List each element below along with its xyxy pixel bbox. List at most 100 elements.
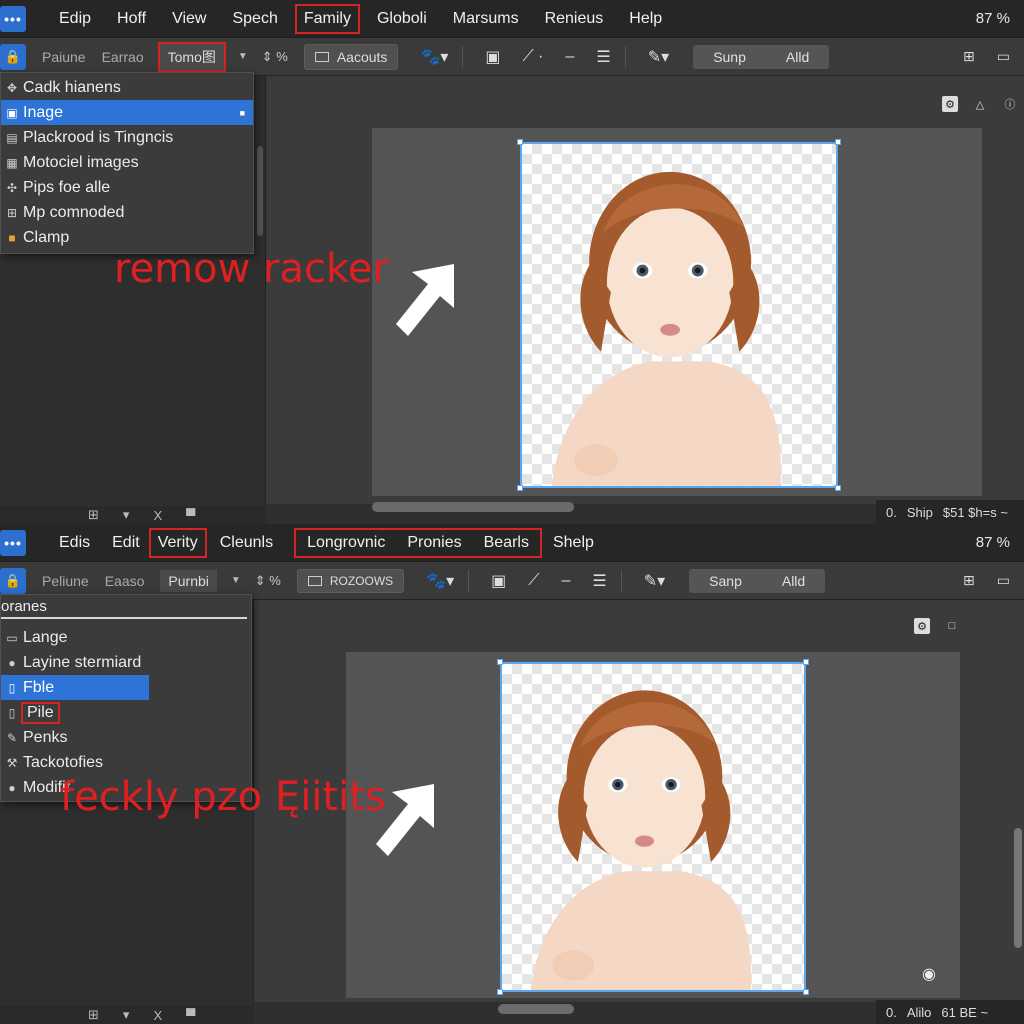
annotation-text: remow racker: [114, 246, 389, 292]
menu-hoff[interactable]: Hoff: [110, 6, 153, 32]
list-icon[interactable]: ☰: [592, 571, 606, 591]
square-icon[interactable]: □: [944, 618, 960, 634]
menu-cleunls[interactable]: Cleunls: [213, 530, 280, 556]
status-size: $51 $h=s ~: [942, 504, 1008, 520]
menu-spech[interactable]: Spech: [225, 6, 284, 32]
menu-pronies[interactable]: Pronies: [400, 530, 468, 556]
arrow-icon: [396, 264, 454, 336]
image-box-icon[interactable]: ▣: [491, 571, 506, 591]
settings-icon[interactable]: ⚙: [914, 618, 930, 634]
menu-edit[interactable]: Edit: [105, 530, 147, 556]
photo-layer[interactable]: [520, 142, 838, 488]
menu-option-layine-stermiard[interactable]: ● Layine stermiard: [1, 650, 251, 675]
resize-handle[interactable]: [497, 659, 503, 665]
settings-icon[interactable]: ⚙: [942, 96, 958, 112]
menu-option-penks[interactable]: ✎ Penks: [1, 725, 251, 750]
image-box-icon[interactable]: ▣: [485, 47, 500, 67]
frame-icon: [307, 575, 322, 586]
chevron-right-icon: ■: [239, 107, 245, 118]
rooms-select[interactable]: ROZOOWS: [296, 568, 405, 593]
menu-option-plackrood[interactable]: ▤ Plackrood is Tingncis: [1, 125, 253, 150]
toolbar-field-paiune[interactable]: Paiune: [42, 49, 86, 65]
menu-view[interactable]: View: [165, 6, 213, 32]
menu-help[interactable]: Help: [622, 6, 669, 32]
info-icon[interactable]: ⓘ: [1002, 96, 1018, 112]
menu-bearls[interactable]: Bearls: [477, 530, 536, 556]
menu-longrovnic[interactable]: Longrovnic: [300, 530, 392, 556]
resize-handle[interactable]: [803, 989, 809, 995]
paw-icon[interactable]: 🐾▾: [426, 571, 454, 591]
chevron-down-icon[interactable]: ▾: [123, 1007, 130, 1023]
menu-option-lange[interactable]: ▭ Lange: [1, 625, 251, 650]
resize-handle[interactable]: [835, 139, 841, 145]
menu-shelp[interactable]: Shelp: [546, 530, 601, 556]
highlighted-menu-group: Longrovnic Pronies Bearls: [294, 527, 542, 558]
toolbar-field-peliune[interactable]: Peliune: [42, 573, 89, 589]
grid-icon[interactable]: ⊞: [963, 572, 975, 589]
menu-verity[interactable]: Verity: [148, 527, 207, 558]
menu-edip[interactable]: Edip: [52, 6, 98, 32]
menu-marsums[interactable]: Marsums: [446, 6, 526, 32]
percent-field[interactable]: ⇕ %: [262, 49, 288, 65]
frame-icon: [314, 51, 329, 62]
menu-option-tackotofies[interactable]: ⚒ Tackotofies: [1, 750, 251, 775]
grid-icon[interactable]: ⊞: [88, 1007, 99, 1023]
chevron-down-icon[interactable]: ▾: [123, 507, 130, 523]
resize-handle[interactable]: [497, 989, 503, 995]
alld-button[interactable]: Alld: [762, 569, 825, 593]
eye-icon[interactable]: ◉: [922, 964, 936, 984]
close-icon[interactable]: X: [153, 1008, 162, 1023]
toolbar-field-tomo[interactable]: Tomo图: [157, 41, 226, 72]
alld-button[interactable]: Alld: [766, 45, 829, 69]
wand-icon[interactable]: ✎▾: [648, 47, 669, 67]
brush-icon[interactable]: ⟋ ·: [523, 48, 544, 66]
photo-layer[interactable]: [500, 662, 806, 992]
close-icon[interactable]: X: [153, 508, 162, 523]
vertical-scrollbar[interactable]: [1014, 828, 1022, 948]
lock-icon[interactable]: 🔒: [0, 43, 26, 70]
accounts-select[interactable]: Aacouts: [303, 43, 399, 70]
app-menu-button[interactable]: •••: [0, 529, 26, 556]
trash-icon[interactable]: ▀: [186, 1008, 195, 1023]
menu-option-pile[interactable]: ▯ Pile: [1, 700, 251, 725]
dock-scrollbar[interactable]: [257, 146, 263, 236]
menu-option-inage[interactable]: ▣ Inage ■: [1, 100, 253, 125]
sanp-button[interactable]: Sanp: [689, 569, 762, 593]
toolbar-field-purnbi[interactable]: Purnbi: [160, 569, 217, 592]
minus-icon[interactable]: –: [561, 572, 570, 590]
grid-icon[interactable]: ⊞: [88, 507, 99, 523]
trash-icon[interactable]: ▀: [186, 508, 195, 523]
wand-icon[interactable]: ✎▾: [644, 571, 665, 591]
list-icon[interactable]: ☰: [596, 47, 610, 67]
resize-handle[interactable]: [517, 139, 523, 145]
toolbar-field-earrao[interactable]: Earrao: [102, 49, 144, 65]
chevron-down-icon[interactable]: ▼: [238, 51, 248, 62]
resize-handle[interactable]: [835, 485, 841, 491]
window-icon[interactable]: ▭: [997, 572, 1010, 589]
percent-field[interactable]: ⇕ %: [255, 573, 281, 589]
horizontal-scrollbar[interactable]: [372, 502, 574, 512]
chevron-down-icon[interactable]: ▼: [231, 575, 241, 586]
horizontal-scrollbar[interactable]: [498, 1004, 574, 1014]
minus-icon[interactable]: –: [566, 48, 575, 66]
menu-option-fble[interactable]: ▯ Fble: [1, 675, 149, 700]
window-icon[interactable]: ▭: [997, 48, 1010, 65]
menu-globoli[interactable]: Globoli: [370, 6, 434, 32]
app-menu-button[interactable]: •••: [0, 5, 26, 32]
resize-handle[interactable]: [517, 485, 523, 491]
menu-option-mp-comnoded[interactable]: ⊞ Mp comnoded: [1, 200, 253, 225]
brush-icon[interactable]: ⟋: [528, 572, 539, 590]
menu-edis[interactable]: Edis: [52, 530, 97, 556]
paw-icon[interactable]: 🐾▾: [420, 47, 448, 67]
warning-icon[interactable]: △: [972, 96, 988, 112]
menu-option-cadk-hianens[interactable]: ✥ Cadk hianens: [1, 75, 253, 100]
sunp-button[interactable]: Sunp: [693, 45, 766, 69]
grid-icon[interactable]: ⊞: [963, 48, 975, 65]
resize-handle[interactable]: [803, 659, 809, 665]
menu-renieus[interactable]: Renieus: [538, 6, 611, 32]
lock-icon[interactable]: 🔒: [0, 567, 26, 594]
menu-option-motociel-images[interactable]: ▦ Motociel images: [1, 150, 253, 175]
menu-family[interactable]: Family: [294, 3, 360, 34]
toolbar-field-eaaso[interactable]: Eaaso: [105, 573, 145, 589]
menu-option-pips-foe-alle[interactable]: ✣ Pips foe alle: [1, 175, 253, 200]
